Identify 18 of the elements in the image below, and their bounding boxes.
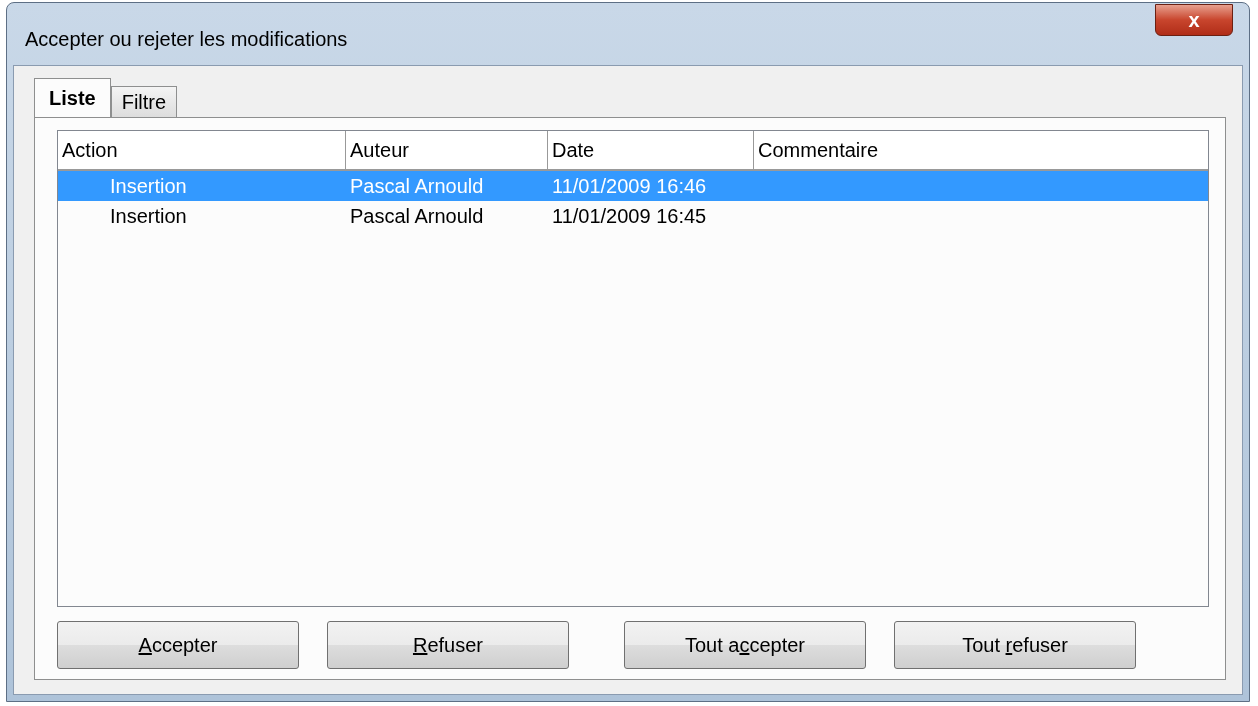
column-header[interactable]: Auteur <box>346 131 548 171</box>
tab[interactable]: Liste <box>34 78 111 118</box>
column-header[interactable]: Date <box>548 131 754 171</box>
tab[interactable]: Filtre <box>110 86 178 118</box>
table-cell-text: 11/01/2009 16:45 <box>551 204 708 228</box>
action-button[interactable]: Tout refuser <box>894 621 1136 669</box>
table-cell-text: Pascal Arnould <box>349 204 485 228</box>
action-button[interactable]: Accepter <box>57 621 299 669</box>
close-button[interactable]: x <box>1155 4 1233 36</box>
table-cell-text: Insertion <box>109 174 188 198</box>
action-button[interactable]: Tout accepter <box>624 621 866 669</box>
table-cell-text: Insertion <box>109 204 188 228</box>
column-header[interactable]: Action <box>58 131 346 171</box>
action-button[interactable]: Refuser <box>327 621 569 669</box>
table-row[interactable]: Insertion Pascal Arnould 11/01/2009 16:45 <box>58 201 1208 231</box>
table-cell-text: 11/01/2009 16:46 <box>551 174 708 198</box>
window-title: Accepter ou rejeter les modifications <box>25 27 348 51</box>
table-cell-text: Pascal Arnould <box>349 174 485 198</box>
